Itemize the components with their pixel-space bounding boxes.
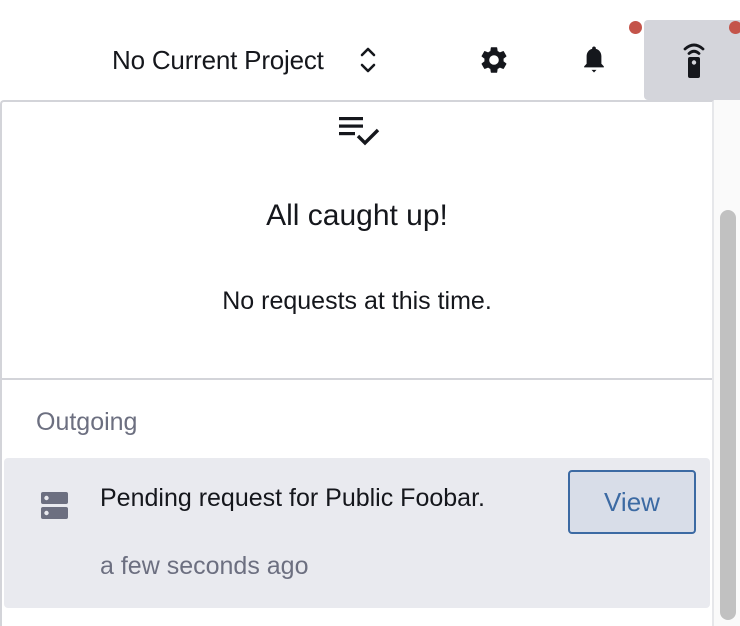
view-request-button[interactable]: View: [568, 470, 696, 534]
requests-panel: All caught up! No requests at this time.…: [0, 100, 714, 626]
notifications-button[interactable]: [570, 36, 618, 84]
top-bar: No Current Project: [0, 0, 740, 100]
empty-state: All caught up! No requests at this time.: [2, 102, 712, 380]
playlist-check-icon: [339, 117, 380, 146]
server-icon: [41, 492, 68, 519]
gear-icon: [481, 47, 507, 73]
scrollbar-thumb[interactable]: [720, 210, 736, 620]
empty-state-title: All caught up!: [266, 199, 448, 232]
request-item: Pending request for Public Foobar. a few…: [4, 458, 710, 608]
remote-requests-button[interactable]: [644, 20, 740, 100]
chevron-up-down-icon: [360, 47, 376, 73]
remote-requests-badge: [729, 21, 740, 34]
bell-icon: [584, 46, 604, 73]
settings-button[interactable]: [470, 36, 518, 84]
section-label-outgoing: Outgoing: [36, 408, 138, 436]
empty-state-message: No requests at this time.: [222, 287, 492, 315]
notification-badge: [629, 21, 642, 34]
request-timestamp: a few seconds ago: [100, 552, 309, 580]
remote-control-icon: [683, 43, 705, 78]
project-selector-label: No Current Project: [112, 44, 324, 75]
request-description: Pending request for Public Foobar.: [100, 484, 485, 512]
project-selector[interactable]: No Current Project: [112, 36, 378, 84]
